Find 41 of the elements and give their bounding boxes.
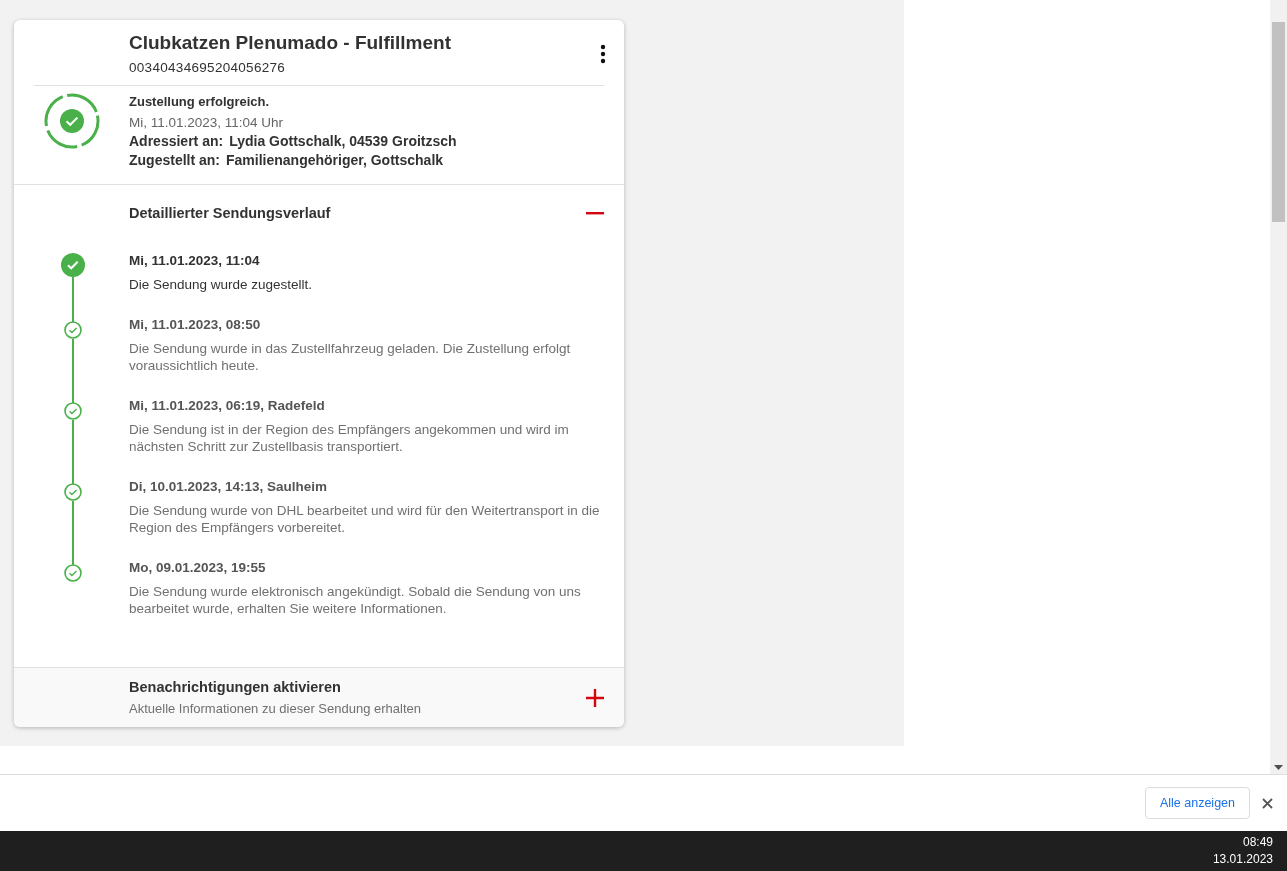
check-circle-icon (63, 483, 82, 501)
event-description: Die Sendung wurde in das Zustellfahrzeug geladen. Die Zustellung erfolgt voraussichtlich heute. (129, 340, 572, 374)
status-label: Adressiert an: (129, 133, 224, 149)
event-description: Die Sendung ist in der Region des Empfängers angekommen und wird im nächsten Schritt zur Zustellbasis transportiert. (129, 421, 570, 455)
event-description: Die Sendung wurde von DHL bearbeitet und wird für den Weitertransport in die Region des Empfängers vorbereitet. (129, 502, 601, 536)
minus-icon[interactable] (586, 211, 604, 215)
timeline-line (71, 339, 74, 404)
event-datetime: Mo, 09.01.2023, 19:55 (129, 560, 267, 575)
event-datetime: Di, 10.01.2023, 14:13, Saulheim (129, 479, 329, 494)
delivered-status-icon (44, 93, 100, 149)
taskbar-time: 08:49 (1241, 834, 1273, 851)
event-description: Die Sendung wurde elektronisch angekündigt. Sobald die Sendung von uns bearbeitet wurde, erhalten Sie weitere Informationen. (129, 583, 582, 617)
check-circle-icon (63, 564, 82, 582)
shipment-title: Clubkatzen Plenumado - Fulfillment (129, 32, 451, 54)
status-label: Zugestellt an: (129, 152, 220, 168)
show-all-button[interactable]: Alle anzeigen (1144, 787, 1250, 819)
event-datetime: Mi, 11.01.2023, 06:19, Radefeld (129, 398, 326, 413)
event-datetime: Mi, 11.01.2023, 11:04 (129, 253, 261, 268)
status-headline: Zustellung erfolgreich. (129, 94, 271, 109)
check-circle-icon (63, 321, 82, 339)
status-value: Lydia Gottschalk, 04539 Groitzsch (229, 133, 457, 149)
tracking-number: 00340434695204056276 (129, 60, 287, 75)
notifications-subtitle: Aktuelle Informationen zu dieser Sendung erhalten (129, 701, 421, 716)
scrollbar-thumb[interactable] (1272, 22, 1285, 222)
status-datetime: Mi, 11.01.2023, 11:04 Uhr (129, 115, 285, 130)
check-circle-icon (63, 402, 82, 420)
scrollbar[interactable] (1270, 0, 1287, 774)
timeline-line (71, 501, 74, 566)
more-menu-icon[interactable] (600, 44, 606, 64)
timeline-line (71, 277, 74, 323)
timeline-line (71, 420, 74, 485)
history-title[interactable]: Detaillierter Sendungsverlauf (129, 205, 331, 221)
event-description: Die Sendung wurde zugestellt. (129, 276, 313, 293)
status-value: Familienangehöriger, Gottschalk (226, 152, 444, 168)
taskbar-date: 13.01.2023 (1212, 851, 1273, 868)
check-circle-icon (60, 253, 85, 277)
close-icon[interactable] (1262, 797, 1273, 809)
notifications-title[interactable]: Benachrichtigungen aktivieren (129, 679, 421, 695)
plus-icon[interactable] (586, 688, 604, 707)
event-datetime: Mi, 11.01.2023, 08:50 (129, 317, 262, 332)
scroll-down-arrow-icon[interactable] (1274, 765, 1283, 770)
